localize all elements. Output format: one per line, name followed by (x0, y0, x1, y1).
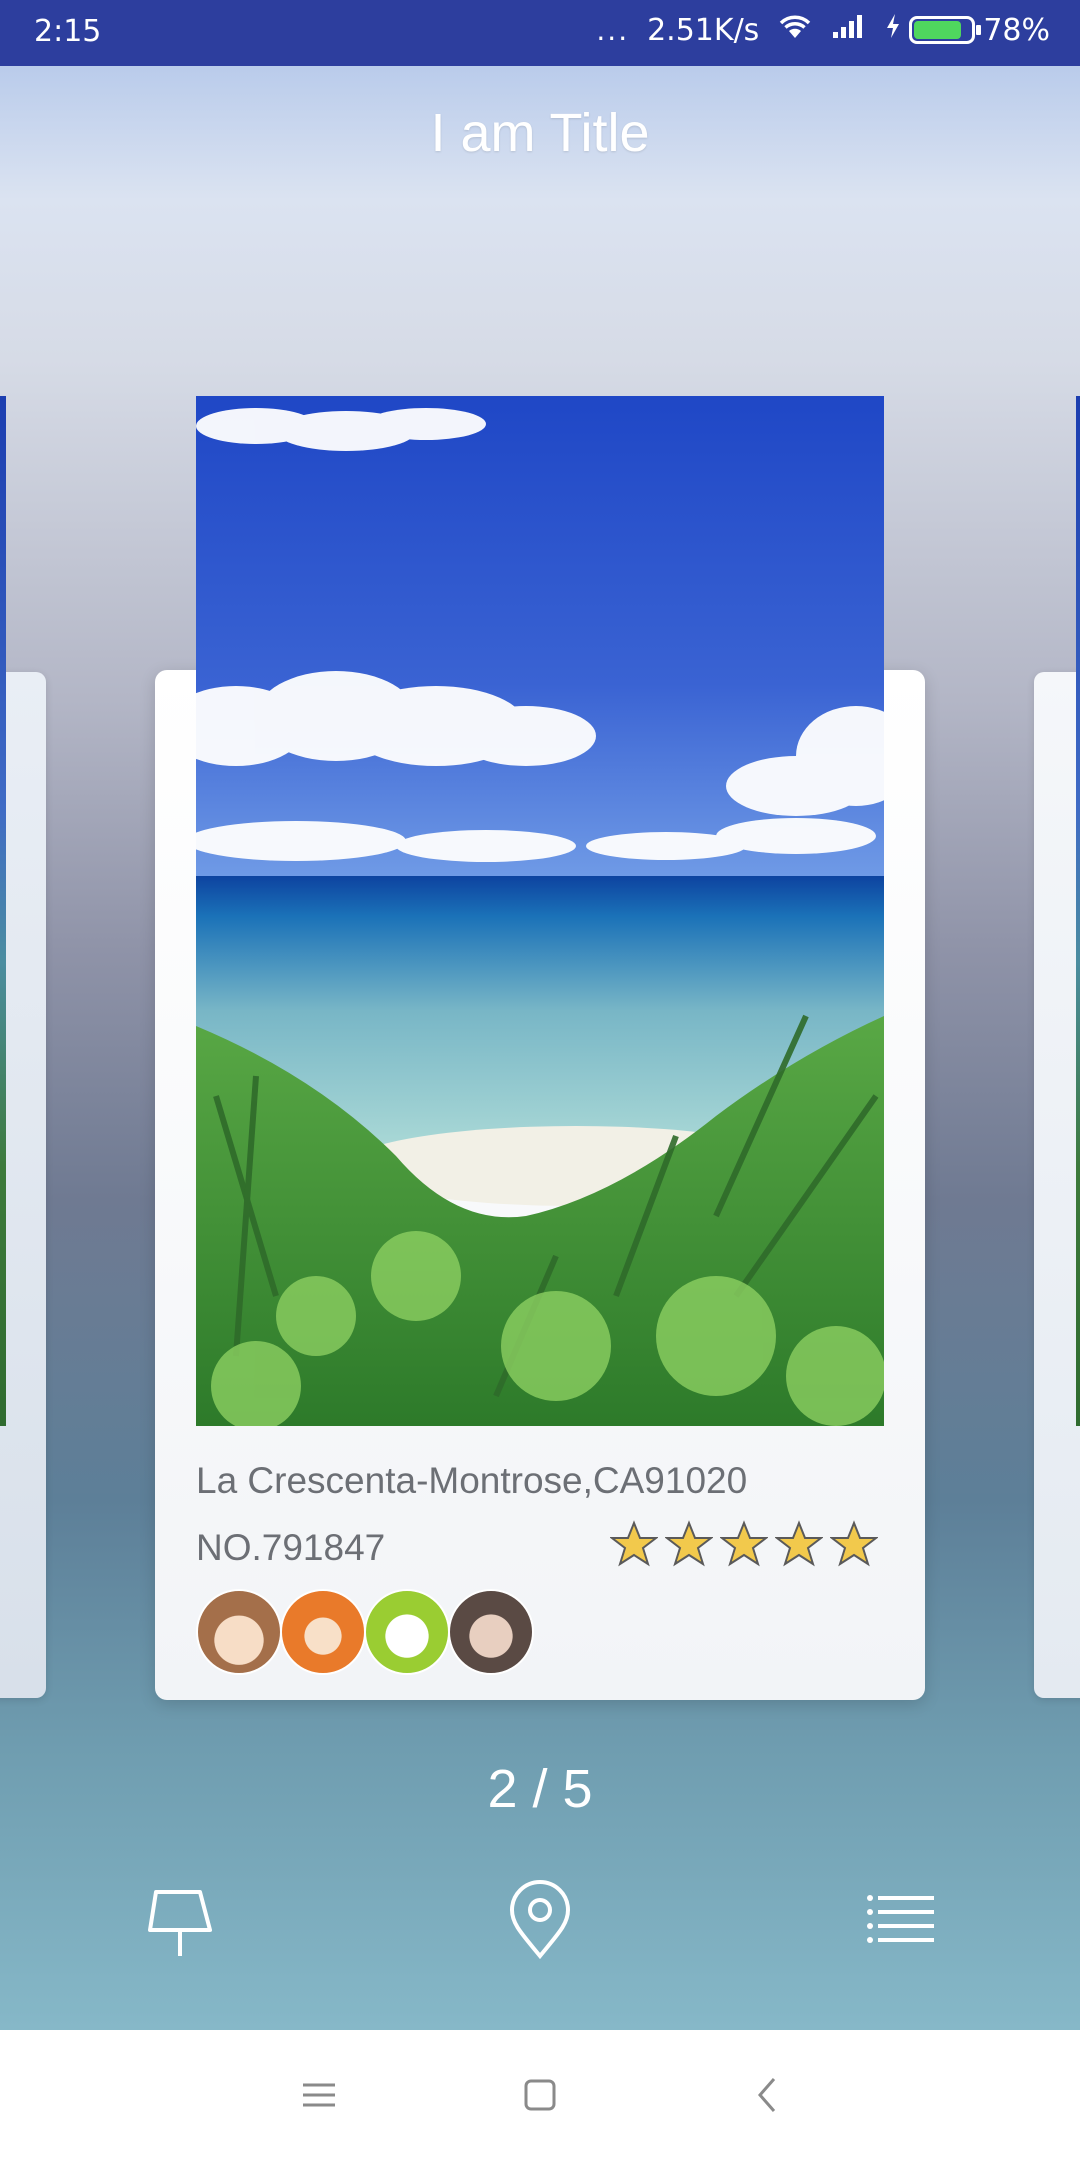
list-icon (867, 1895, 934, 1943)
status-right: ... 2.51K/s 78% (596, 12, 1050, 48)
battery-tip (976, 25, 982, 35)
prev-card-image[interactable] (0, 396, 6, 1426)
menu-button[interactable] (284, 2060, 354, 2130)
avatar[interactable] (280, 1589, 366, 1675)
app-root: 2:15 ... 2.51K/s 78% I am Title La Cresc… (0, 0, 1080, 2160)
menu-icon (303, 2083, 335, 2107)
card-address: La Crescenta-Montrose,CA91020 (196, 1460, 748, 1501)
prev-card[interactable] (0, 672, 46, 1698)
star-icon (610, 1520, 658, 1567)
back-button[interactable] (733, 2060, 803, 2130)
card-number: NO.791847 (196, 1527, 386, 1568)
pushpin-icon (148, 1890, 212, 1956)
home-button[interactable] (505, 2060, 575, 2130)
system-nav-bar (0, 2030, 1080, 2160)
avatar[interactable] (364, 1589, 450, 1675)
page-title: I am Title (430, 103, 650, 163)
more-dots-icon: ... (596, 13, 630, 47)
status-time: 2:15 (34, 14, 102, 49)
star-icon (665, 1520, 713, 1567)
list-button[interactable] (850, 1870, 950, 1970)
location-pin-icon (509, 1880, 571, 1960)
avatar-group (196, 1589, 534, 1675)
next-card[interactable] (1034, 672, 1080, 1698)
star-icon (720, 1520, 768, 1567)
battery: 78% (885, 12, 1050, 48)
avatar[interactable] (196, 1589, 282, 1675)
back-icon (758, 2078, 776, 2112)
page-indicator: 2 / 5 (487, 1759, 593, 1819)
charging-icon (885, 12, 901, 48)
star-icon (830, 1520, 878, 1567)
star-icon (775, 1520, 823, 1567)
battery-icon (909, 16, 982, 44)
battery-percent: 78% (983, 12, 1050, 48)
signal-icon (831, 12, 867, 48)
status-bar: 2:15 ... 2.51K/s 78% (0, 0, 1080, 66)
battery-fill (914, 21, 962, 39)
pushpin-button[interactable] (130, 1870, 230, 1970)
network-speed: 2.51K/s (647, 12, 760, 48)
avatar[interactable] (448, 1589, 534, 1675)
rating-stars (610, 1520, 878, 1568)
card-image[interactable] (196, 396, 884, 1426)
next-card-image[interactable] (1076, 396, 1080, 1426)
location-button[interactable] (490, 1870, 590, 1970)
home-icon (524, 2079, 556, 2111)
wifi-icon (777, 12, 813, 48)
